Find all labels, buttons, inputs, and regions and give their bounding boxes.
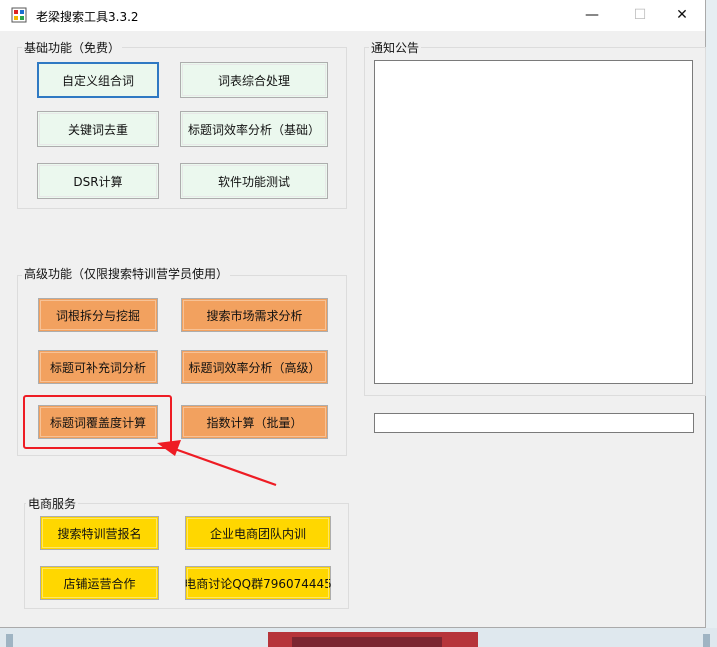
- dsr-calc-button[interactable]: DSR计算: [37, 163, 159, 199]
- training-signup-button[interactable]: 搜索特训营报名: [40, 516, 159, 550]
- annotation-highlight-box: [23, 395, 172, 449]
- advanced-functions-label: 高级功能（仅限搜索特训营学员使用）: [22, 265, 231, 282]
- ecommerce-services-label: 电商服务: [26, 495, 79, 512]
- basic-functions-label: 基础功能（免费）: [22, 39, 123, 56]
- close-button[interactable]: ✕: [659, 0, 705, 31]
- market-demand-analysis-button[interactable]: 搜索市场需求分析: [181, 298, 328, 332]
- background-post: [6, 634, 13, 647]
- background-post: [703, 634, 710, 647]
- qq-group-button[interactable]: 电商讨论QQ群796074445: [184, 566, 332, 600]
- software-test-button[interactable]: 软件功能测试: [180, 163, 328, 199]
- title-efficiency-advanced-button[interactable]: 标题词效率分析（高级）: [181, 350, 328, 384]
- custom-combine-words-button[interactable]: 自定义组合词: [37, 62, 159, 98]
- title-bar[interactable]: 老梁搜索工具3.3.2 — ☐ ✕: [0, 0, 705, 31]
- store-operation-coop-button[interactable]: 店铺运营合作: [40, 566, 159, 600]
- notice-textarea[interactable]: [374, 60, 693, 384]
- minimize-button[interactable]: —: [569, 0, 615, 31]
- title-efficiency-basic-button[interactable]: 标题词效率分析（基础）: [180, 111, 328, 147]
- word-list-processing-button[interactable]: 词表综合处理: [180, 62, 328, 98]
- maximize-button[interactable]: ☐: [617, 0, 663, 31]
- keyword-dedupe-button[interactable]: 关键词去重: [37, 111, 159, 147]
- window-title: 老梁搜索工具3.3.2: [36, 10, 139, 24]
- background-building-base: [292, 637, 442, 647]
- desktop-background: [0, 628, 717, 647]
- title-supplement-analysis-button[interactable]: 标题可补充词分析: [38, 350, 158, 384]
- app-window: 老梁搜索工具3.3.2 — ☐ ✕ 基础功能（免费） 自定义组合词 词表综合处理…: [0, 0, 706, 628]
- index-batch-calc-button[interactable]: 指数计算（批量）: [181, 405, 328, 439]
- app-icon: [11, 7, 27, 23]
- status-field[interactable]: [374, 413, 694, 433]
- root-split-mining-button[interactable]: 词根拆分与挖掘: [38, 298, 158, 332]
- enterprise-training-button[interactable]: 企业电商团队内训: [185, 516, 331, 550]
- notice-label: 通知公告: [369, 39, 422, 56]
